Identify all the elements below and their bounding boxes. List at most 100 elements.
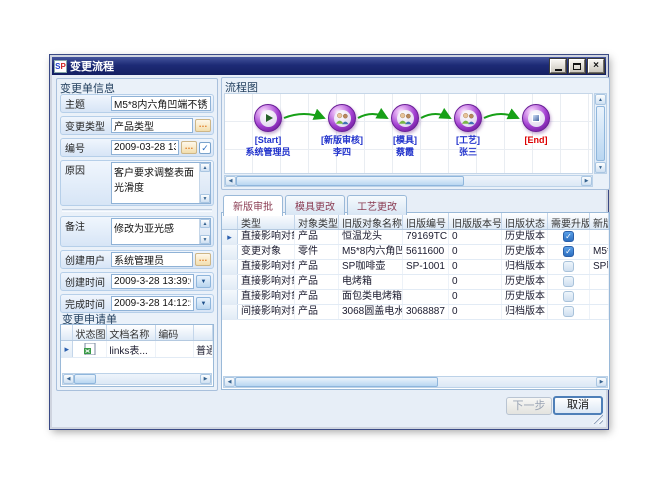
change-process-window: SP 变更流程 × 变更单信息 主题变更类型…编号…✓原因客户要求调整表面光滑度…: [50, 55, 608, 429]
dropdown-button-create-time[interactable]: ▼: [196, 275, 211, 288]
scroll-up-icon[interactable]: ▲: [200, 219, 210, 228]
ellipsis-button-number[interactable]: …: [181, 141, 197, 154]
cancel-button[interactable]: 取消: [553, 396, 603, 415]
upgrade-checkbox[interactable]: [563, 261, 574, 272]
grid-col-6[interactable]: 需要升版: [548, 213, 590, 229]
scroll-down-icon[interactable]: ▼: [595, 162, 606, 173]
scrollbar-thumb[interactable]: [236, 176, 464, 186]
field-textarea-reason[interactable]: 客户要求调整表面光滑度▲▼: [111, 162, 211, 204]
request-col-2[interactable]: 编码: [156, 325, 194, 340]
people-icon: [334, 110, 351, 127]
approval-grid: 类型对象类型旧版对象名称旧版编号旧版版本号旧版状态需要升版新版 ▸直接影响对象产…: [221, 212, 610, 390]
tab-1[interactable]: 模具更改: [285, 195, 345, 215]
table-row[interactable]: ▸直接影响对象产品恒温龙头79169TC0历史版本✓: [222, 230, 609, 245]
upgrade-checkbox[interactable]: [563, 291, 574, 302]
field-input-change-type[interactable]: [111, 118, 193, 133]
scroll-up-icon[interactable]: ▲: [595, 94, 606, 105]
field-input-subject[interactable]: [111, 96, 211, 111]
scroll-right-icon[interactable]: ▶: [596, 377, 607, 387]
row-selector: [222, 245, 238, 259]
row-selector: [222, 260, 238, 274]
field-label-change-type: 变更类型: [63, 118, 109, 133]
flow-h-scrollbar[interactable]: ◀ ▶: [224, 175, 593, 187]
scroll-right-icon[interactable]: ▶: [581, 176, 592, 186]
field-textarea-remark[interactable]: 修改为亚光感▲▼: [111, 218, 211, 245]
request-h-scrollbar[interactable]: ◀ ▶: [62, 373, 212, 385]
scrollbar-track[interactable]: [96, 374, 200, 384]
upgrade-checkbox[interactable]: [563, 276, 574, 287]
textarea-scrollbar[interactable]: ▲▼: [199, 219, 210, 244]
scrollbar-thumb[interactable]: [235, 377, 438, 387]
scrollbar-thumb[interactable]: [74, 374, 96, 384]
table-row[interactable]: 间接影响对象产品3068圆盖电水壶30688870归档版本: [222, 305, 609, 320]
scroll-up-icon[interactable]: ▲: [200, 163, 210, 172]
scroll-left-icon[interactable]: ◀: [63, 374, 74, 384]
table-row[interactable]: 变更对象零件M5*8内六角凹...56116000历史版本✓M5*8: [222, 245, 609, 260]
flow-node-step-2[interactable]: [391, 104, 419, 132]
flow-node-step-1[interactable]: [328, 104, 356, 132]
field-input-creator[interactable]: [111, 252, 193, 267]
dropdown-button-finish-time[interactable]: ▼: [196, 297, 211, 310]
field-input-create-time[interactable]: [111, 274, 194, 289]
grid-col-3[interactable]: 旧版编号: [403, 213, 449, 229]
request-col-1[interactable]: 文档名称: [107, 325, 156, 340]
scroll-right-icon[interactable]: ▶: [200, 374, 211, 384]
scroll-down-icon[interactable]: ▼: [200, 235, 210, 244]
scroll-left-icon[interactable]: ◀: [225, 176, 236, 186]
grid-cell: SP咖啡壶: [339, 260, 403, 274]
upgrade-checkbox[interactable]: ✓: [563, 246, 574, 257]
request-row[interactable]: ▸links表...普通: [61, 341, 213, 358]
scrollbar-thumb[interactable]: [596, 106, 605, 161]
request-col-0[interactable]: 状态图: [73, 325, 107, 340]
grid-col-4[interactable]: 旧版版本号: [449, 213, 502, 229]
grid-cell: 产品: [295, 305, 339, 319]
new-version-cell: [590, 275, 609, 289]
field-remark: 备注修改为亚光感▲▼: [60, 216, 214, 247]
scroll-left-icon[interactable]: ◀: [224, 377, 235, 387]
textarea-scrollbar[interactable]: ▲▼: [199, 163, 210, 203]
field-input-number[interactable]: [111, 140, 179, 155]
flow-node-label-4: [End]: [491, 135, 581, 147]
grid-h-scrollbar[interactable]: ◀ ▶: [223, 376, 608, 388]
scroll-down-icon[interactable]: ▼: [200, 194, 210, 203]
close-button[interactable]: ×: [588, 59, 604, 73]
tab-0[interactable]: 新版审批: [223, 195, 283, 216]
grid-cell: 79169TC: [403, 230, 449, 244]
request-col-3[interactable]: [194, 325, 213, 340]
code-cell: [156, 341, 194, 357]
grid-col-5[interactable]: 旧版状态: [502, 213, 548, 229]
table-row[interactable]: 直接影响对象产品电烤箱0历史版本: [222, 275, 609, 290]
table-row[interactable]: 直接影响对象产品SP咖啡壶SP-10010归档版本SP咖: [222, 260, 609, 275]
upgrade-checkbox[interactable]: ✓: [563, 231, 574, 242]
flow-node-step-3[interactable]: [454, 104, 482, 132]
ellipsis-button-creator[interactable]: …: [195, 253, 211, 266]
flow-node-end[interactable]: [522, 104, 550, 132]
checkbox-number[interactable]: ✓: [199, 142, 211, 154]
request-table-header: 状态图文档名称编码: [61, 325, 213, 341]
grid-cell: 直接影响对象: [238, 230, 295, 244]
titlebar[interactable]: SP 变更流程 ×: [52, 57, 606, 75]
minimize-icon: [555, 69, 562, 71]
upgrade-cell: ✓: [548, 230, 590, 244]
grid-cell: 直接影响对象: [238, 275, 295, 289]
grid-col-1[interactable]: 对象类型: [295, 213, 339, 229]
window-title: 变更流程: [70, 58, 547, 74]
grid-cell: 0: [449, 275, 502, 289]
next-step-button[interactable]: 下一步: [506, 397, 552, 415]
new-version-cell: M5*8: [590, 245, 609, 259]
scrollbar-track[interactable]: [438, 377, 596, 387]
tab-2[interactable]: 工艺更改: [347, 195, 407, 215]
flow-canvas[interactable]: [Start]系统管理员[新版审核]李四[模具]蔡霞[工艺]张三[End]: [224, 93, 593, 174]
maximize-button[interactable]: [569, 59, 585, 73]
scrollbar-track[interactable]: [464, 176, 581, 186]
minimize-button[interactable]: [550, 59, 566, 73]
field-input-finish-time[interactable]: [111, 296, 194, 311]
upgrade-checkbox[interactable]: [563, 306, 574, 317]
ellipsis-button-change-type[interactable]: …: [195, 119, 211, 132]
flow-v-scrollbar[interactable]: ▲ ▼: [594, 93, 607, 174]
upgrade-cell: [548, 275, 590, 289]
table-row[interactable]: 直接影响对象产品面包类电烤箱0历史版本: [222, 290, 609, 305]
grid-col-7[interactable]: 新版: [590, 213, 609, 229]
grid-col-2[interactable]: 旧版对象名称: [339, 213, 403, 229]
flow-node-start[interactable]: [254, 104, 282, 132]
